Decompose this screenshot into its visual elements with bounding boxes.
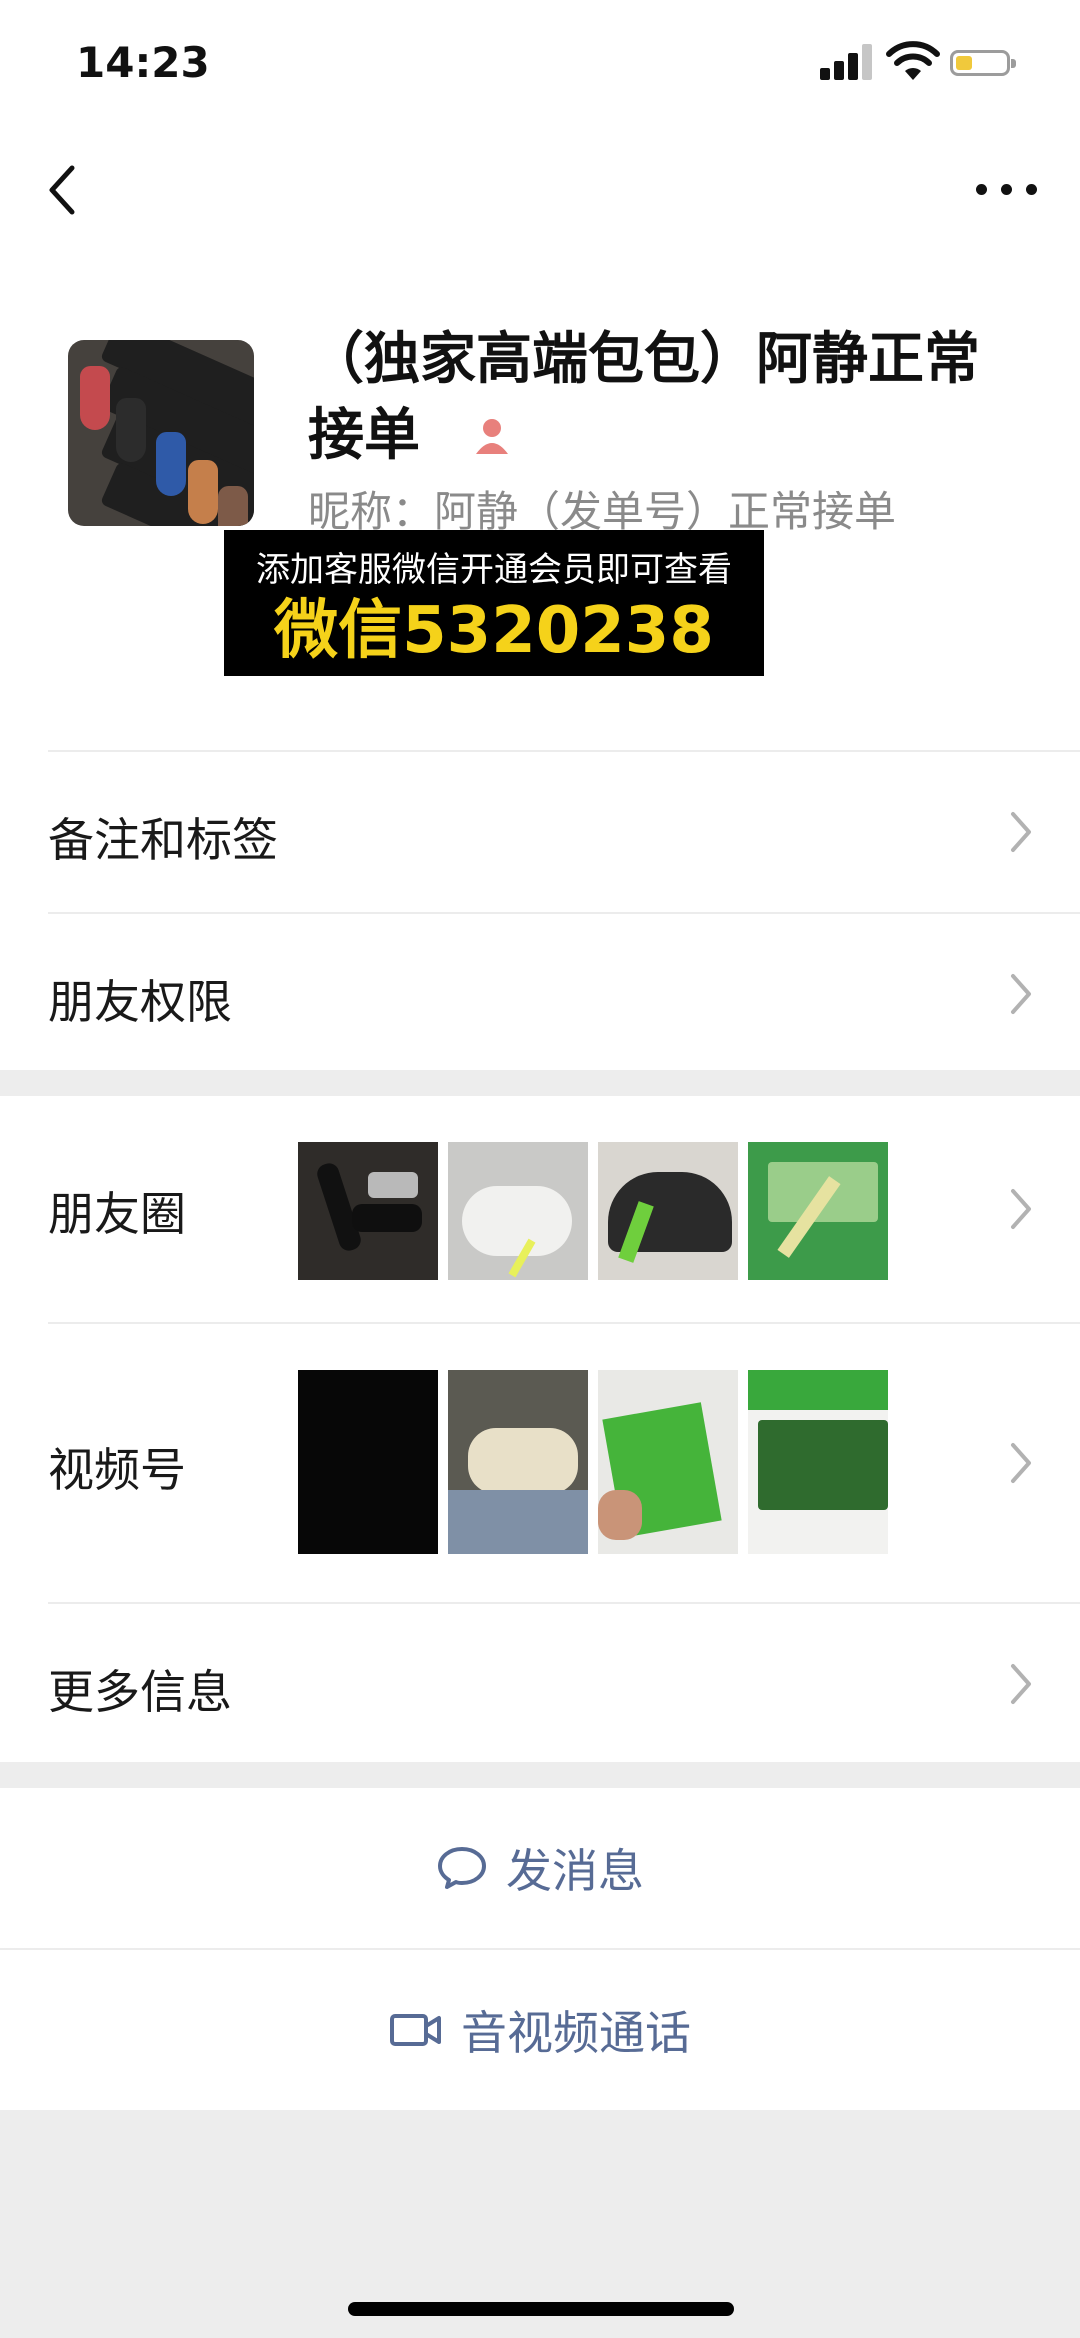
- moments-row[interactable]: 朋友圈: [48, 1096, 1080, 1322]
- video-camera-icon: [390, 2014, 441, 2046]
- promo-wechat-id: 微信5320238: [274, 594, 714, 668]
- chevron-right-icon: [1011, 1664, 1031, 1704]
- more-info-row[interactable]: 更多信息: [48, 1602, 1080, 1764]
- channels-thumbnail: [598, 1370, 738, 1554]
- promo-banner: 添加客服微信开通会员即可查看 微信5320238: [224, 530, 764, 676]
- status-bar: 14:23: [0, 0, 1080, 130]
- moments-thumbnail: [448, 1142, 588, 1280]
- cellular-signal-icon: [820, 44, 880, 80]
- person-badge-icon: [476, 419, 508, 454]
- channels-label: 视频号: [48, 1443, 186, 1497]
- more-button[interactable]: [974, 166, 1044, 216]
- channels-thumbnail: [748, 1370, 888, 1554]
- promo-text: 添加客服微信开通会员即可查看: [256, 550, 732, 590]
- moments-thumbnail: [748, 1142, 888, 1280]
- remarks-tags-row[interactable]: 备注和标签: [48, 750, 1080, 912]
- chevron-right-icon: [1011, 974, 1031, 1014]
- friend-permissions-row[interactable]: 朋友权限: [48, 912, 1080, 1074]
- friend-permissions-label: 朋友权限: [48, 975, 232, 1029]
- av-call-button[interactable]: 音视频通话: [0, 1948, 1080, 2110]
- remarks-tags-label: 备注和标签: [48, 813, 278, 867]
- moments-thumbnail: [298, 1142, 438, 1280]
- chevron-right-icon: [1011, 812, 1031, 852]
- settings-group: 备注和标签 朋友权限: [0, 750, 1080, 1070]
- channels-row[interactable]: 视频号: [48, 1322, 1080, 1602]
- nav-bar: [0, 130, 1080, 250]
- more-info-label: 更多信息: [48, 1665, 232, 1719]
- channels-thumbnail: [448, 1370, 588, 1554]
- display-name: （独家高端包包）阿静正常接单: [308, 327, 980, 468]
- av-call-label: 音视频通话: [461, 2006, 691, 2060]
- content-group: 朋友圈 视频号 更多信息: [0, 1096, 1080, 1762]
- wifi-icon: [886, 41, 940, 80]
- status-icons: [820, 40, 1040, 84]
- action-group: 发消息 音视频通话: [0, 1788, 1080, 2110]
- battery-icon: [950, 50, 1016, 76]
- moments-label: 朋友圈: [48, 1187, 186, 1241]
- send-message-button[interactable]: 发消息: [0, 1788, 1080, 1948]
- back-button[interactable]: [36, 158, 96, 222]
- avatar[interactable]: [68, 340, 254, 526]
- status-time: 14:23: [76, 38, 210, 87]
- chat-bubble-icon: [438, 1847, 486, 1889]
- chevron-right-icon: [1011, 1443, 1031, 1483]
- channels-thumbnail: [298, 1370, 438, 1554]
- send-message-label: 发消息: [506, 1844, 644, 1898]
- chevron-right-icon: [1011, 1189, 1031, 1229]
- ellipsis-icon: [976, 184, 987, 195]
- home-indicator[interactable]: [348, 2302, 734, 2316]
- moments-thumbnail: [598, 1142, 738, 1280]
- profile-card: （独家高端包包）阿静正常接单 昵称：阿静（发单号）正常接单 添加客服微信开通会员…: [0, 250, 1080, 750]
- chevron-left-icon: [49, 165, 75, 215]
